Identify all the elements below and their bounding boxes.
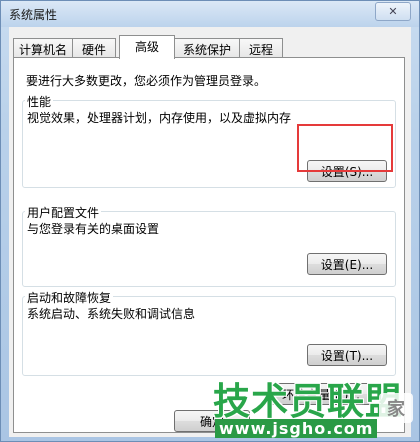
close-icon: ✕ [388, 5, 398, 18]
performance-group: 性能 视觉效果，处理器计划，内存使用，以及虚拟内存 设置(S)... [22, 93, 396, 188]
tab-system-protection[interactable]: 系统保护 [174, 38, 240, 58]
close-button[interactable]: ✕ [375, 2, 411, 21]
performance-description: 视觉效果，处理器计划，内存使用，以及虚拟内存 [27, 111, 292, 125]
tab-label: 硬件 [81, 43, 106, 57]
tab-label: 系统保护 [182, 43, 231, 57]
tab-label: 高级 [134, 40, 159, 54]
tab-strip: 计算机名 硬件 高级 系统保护 远程 [13, 35, 403, 59]
tab-label: 计算机名 [18, 43, 67, 57]
system-properties-window: 系统属性 ✕ 计算机名 硬件 高级 系统保护 远程 要进行大多数更改，您必须作为… [0, 0, 420, 442]
environment-variables-button[interactable]: 环境变量(N)... [270, 383, 372, 405]
performance-settings-button[interactable]: 设置(S)... [307, 160, 387, 182]
title-bar[interactable]: 系统属性 ✕ [1, 1, 419, 27]
user-profiles-group: 用户配置文件 与您登录有关的桌面设置 设置(E)... [22, 204, 396, 287]
admin-notice: 要进行大多数更改，您必须作为管理员登录。 [26, 74, 267, 88]
dialog-client-area: 计算机名 硬件 高级 系统保护 远程 要进行大多数更改，您必须作为管理员登录。 … [9, 27, 411, 437]
tab-hardware[interactable]: 硬件 [72, 38, 116, 58]
tab-computer-name[interactable]: 计算机名 [13, 38, 73, 58]
user-profiles-title: 用户配置文件 [25, 204, 102, 221]
user-profiles-settings-button[interactable]: 设置(E)... [307, 253, 387, 275]
startup-recovery-title: 启动和故障恢复 [25, 289, 114, 306]
advanced-tab-panel: 要进行大多数更改，您必须作为管理员登录。 性能 视觉效果，处理器计划，内存使用，… [13, 57, 405, 433]
tab-label: 远程 [248, 43, 273, 57]
ok-button[interactable]: 确定 [174, 410, 250, 432]
tab-advanced[interactable]: 高级 [119, 35, 175, 59]
performance-title: 性能 [25, 93, 54, 110]
user-profiles-description: 与您登录有关的桌面设置 [27, 222, 160, 236]
window-title: 系统属性 [9, 8, 58, 22]
startup-recovery-description: 系统启动、系统失败和调试信息 [27, 307, 196, 321]
startup-recovery-group: 启动和故障恢复 系统启动、系统失败和调试信息 设置(T)... [22, 289, 396, 376]
tab-remote[interactable]: 远程 [239, 38, 283, 58]
startup-recovery-settings-button[interactable]: 设置(T)... [307, 344, 387, 366]
